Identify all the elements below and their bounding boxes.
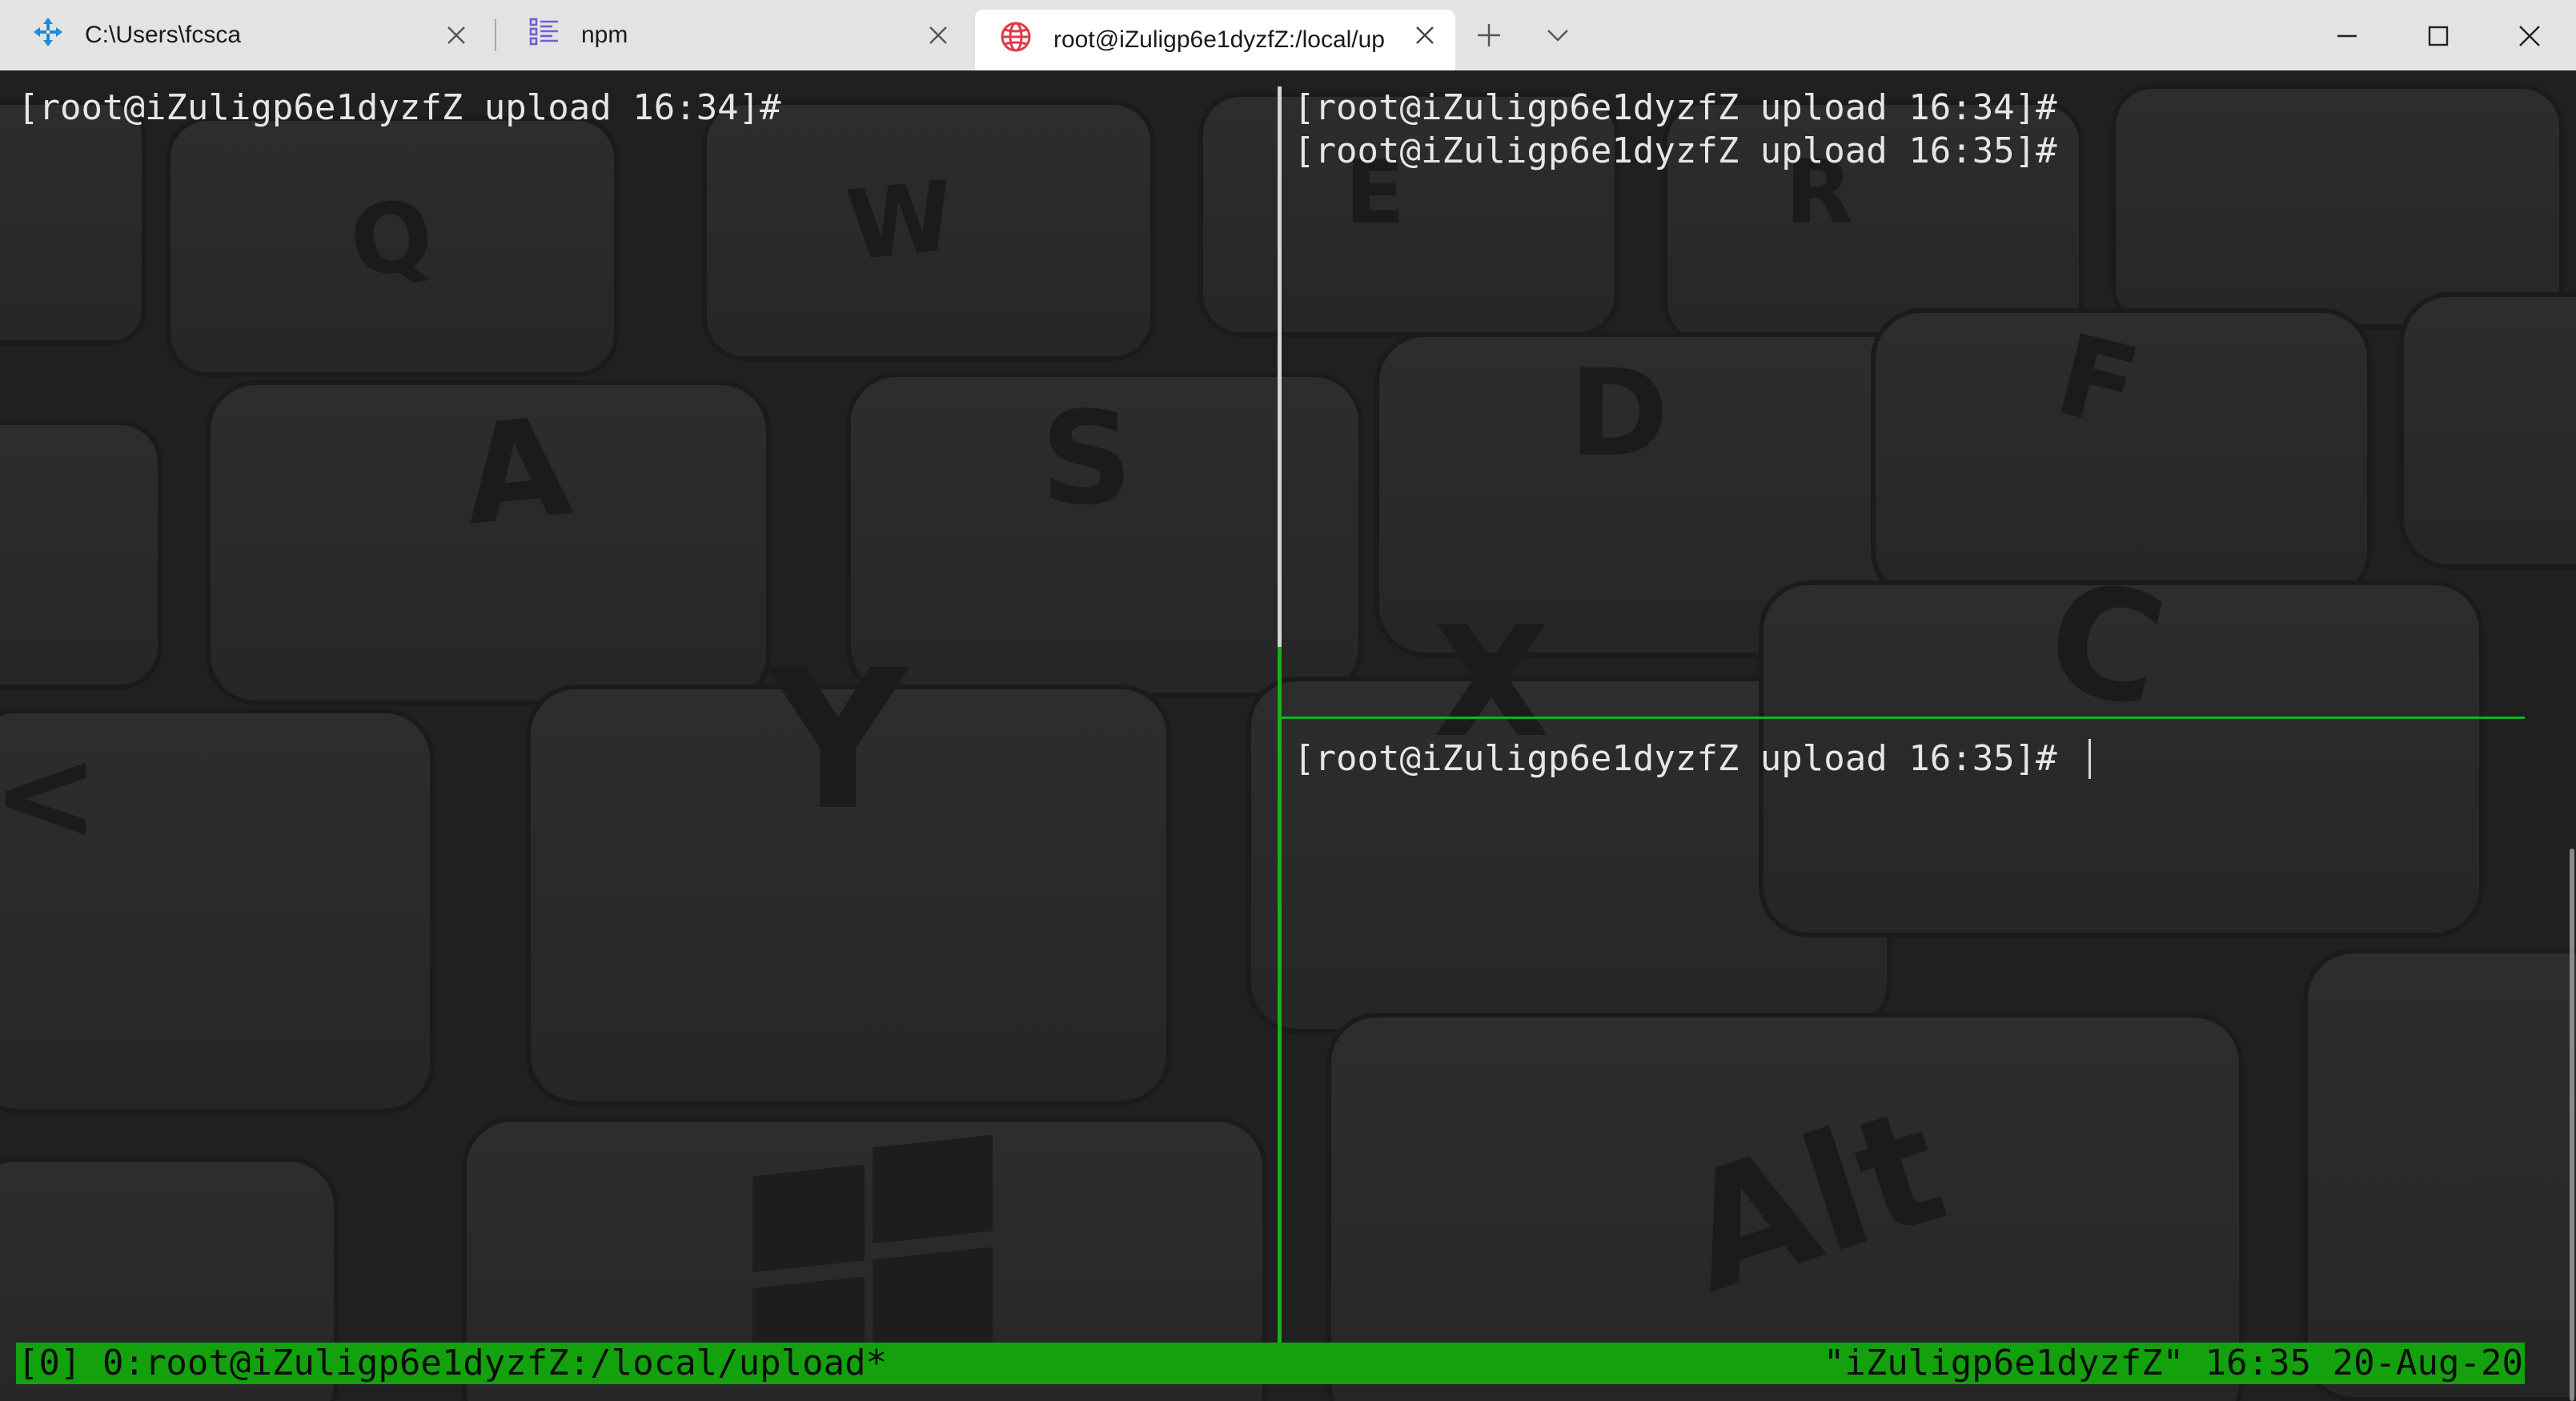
text-cursor — [2088, 739, 2091, 779]
chevron-down-icon — [1547, 30, 1568, 42]
plus-icon — [1478, 24, 1500, 46]
tmux-status-bar: [0] 0:root@iZuligp6e1dyzfZ:/local/upload… — [16, 1343, 2525, 1384]
tab-ssh-root[interactable]: root@iZuligp6e1dyzfZ:/local/up — [975, 10, 1455, 70]
tab-title: npm — [581, 22, 628, 48]
terminal-window: C:\Users\fcsca npm root@iZuligp6e1dyzfZ:… — [0, 0, 2576, 1401]
tab-close-icon[interactable] — [442, 21, 471, 50]
close-icon — [2519, 26, 2540, 46]
maximize-button[interactable] — [2393, 0, 2482, 70]
tab-close-icon[interactable] — [924, 21, 953, 50]
tab-close-icon[interactable] — [1410, 21, 1439, 50]
prompt-line: [root@iZuligp6e1dyzfZ upload 16:35]# — [1294, 738, 2079, 779]
prompt-line: [root@iZuligp6e1dyzfZ upload 16:34]# — [18, 87, 781, 128]
tab-title: C:\Users\fcsca — [85, 22, 242, 48]
list-icon — [528, 16, 560, 54]
maximize-icon — [2428, 26, 2449, 46]
status-window-list: [0] 0:root@iZuligp6e1dyzfZ:/local/upload… — [18, 1343, 888, 1383]
scrollbar[interactable] — [2570, 849, 2574, 1401]
tab-dropdown-button[interactable] — [1539, 16, 1577, 54]
keyboard-background-image: Q W E R A S D F Y X C Alt < — [0, 70, 2576, 1401]
title-bar: C:\Users\fcsca npm root@iZuligp6e1dyzfZ:… — [0, 0, 2576, 70]
prompt-line: [root@iZuligp6e1dyzfZ upload 16:35]# — [1294, 130, 2057, 171]
tab-npm[interactable]: npm — [496, 0, 969, 70]
pane-divider-vertical-active[interactable] — [1278, 647, 1282, 1343]
status-host-time: "iZuligp6e1dyzfZ" 16:35 20-Aug-20 — [1823, 1343, 2523, 1383]
terminal-area[interactable]: Q W E R A S D F Y X C Alt < [root@iZulig… — [0, 70, 2576, 1401]
close-window-button[interactable] — [2485, 0, 2573, 70]
tab-windows-shell[interactable]: C:\Users\fcsca — [0, 0, 487, 70]
globe-icon — [999, 20, 1033, 60]
azure-arrows-icon — [32, 16, 64, 54]
minimize-icon — [2337, 34, 2357, 38]
tab-title: root@iZuligp6e1dyzfZ:/local/up — [1053, 26, 1385, 53]
prompt-line: [root@iZuligp6e1dyzfZ upload 16:34]# — [1294, 87, 2057, 128]
new-tab-button[interactable] — [1470, 16, 1508, 54]
minimize-button[interactable] — [2302, 0, 2390, 70]
pane-divider-vertical-top[interactable] — [1278, 86, 1282, 647]
pane-divider-horizontal[interactable] — [1279, 717, 2525, 719]
